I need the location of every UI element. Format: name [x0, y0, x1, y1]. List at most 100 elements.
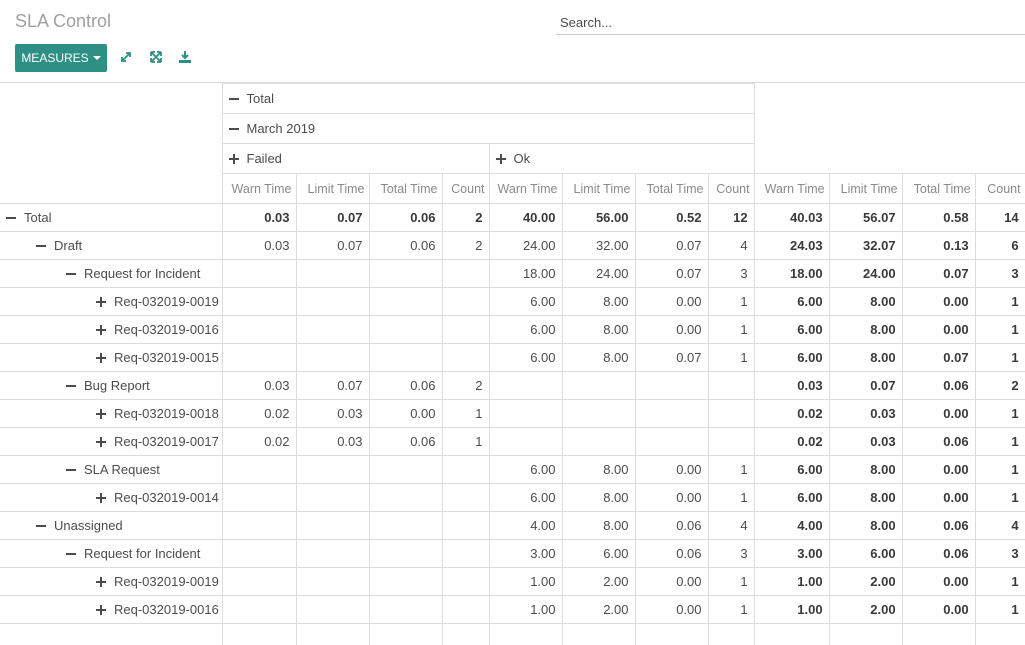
cell-total[interactable]: 56.07 — [829, 204, 902, 232]
cell-total[interactable]: 0.00 — [902, 316, 975, 344]
row-header[interactable]: Req-032019-0015 — [0, 344, 222, 372]
cell-ok[interactable]: 12 — [708, 204, 754, 232]
row-header[interactable]: Draft — [0, 232, 222, 260]
cell-failed[interactable]: 0.06 — [369, 232, 442, 260]
cell-ok[interactable]: 1 — [708, 316, 754, 344]
cell-total[interactable]: 0.03 — [754, 372, 829, 400]
cell-failed[interactable] — [442, 484, 489, 512]
cell-failed[interactable] — [296, 512, 369, 540]
measure-header[interactable]: Count — [975, 174, 1025, 204]
col-header-month[interactable]: March 2019 — [222, 114, 754, 144]
cell-total[interactable]: 6.00 — [754, 456, 829, 484]
row-header[interactable]: Bug Report — [0, 372, 222, 400]
cell-ok[interactable] — [562, 400, 635, 428]
cell-total[interactable]: 1 — [975, 484, 1025, 512]
cell-total[interactable] — [975, 624, 1025, 645]
cell-ok[interactable]: 0.52 — [635, 204, 708, 232]
cell-failed[interactable] — [369, 512, 442, 540]
cell-ok[interactable]: 8.00 — [562, 316, 635, 344]
cell-total[interactable]: 1 — [975, 316, 1025, 344]
cell-ok[interactable] — [489, 400, 562, 428]
cell-ok[interactable]: 2.00 — [562, 596, 635, 624]
cell-ok[interactable]: 0.07 — [635, 232, 708, 260]
cell-ok[interactable]: 8.00 — [562, 344, 635, 372]
cell-total[interactable] — [902, 624, 975, 645]
cell-failed[interactable] — [369, 484, 442, 512]
col-header-failed[interactable]: Failed — [222, 144, 489, 174]
cell-total[interactable]: 0.02 — [754, 428, 829, 456]
cell-ok[interactable]: 6.00 — [489, 344, 562, 372]
search-input[interactable] — [556, 10, 1025, 35]
cell-ok[interactable] — [635, 372, 708, 400]
cell-ok[interactable]: 1 — [708, 484, 754, 512]
cell-ok[interactable]: 56.00 — [562, 204, 635, 232]
cell-total[interactable]: 2.00 — [829, 568, 902, 596]
cell-total[interactable]: 1 — [975, 288, 1025, 316]
cell-ok[interactable]: 8.00 — [562, 456, 635, 484]
cell-total[interactable]: 3.00 — [754, 540, 829, 568]
measure-header[interactable]: Count — [442, 174, 489, 204]
row-header[interactable] — [0, 624, 222, 645]
row-header[interactable]: Req-032019-0016 — [0, 596, 222, 624]
cell-failed[interactable] — [442, 456, 489, 484]
col-header-total[interactable]: Total — [222, 84, 754, 114]
cell-total[interactable]: 8.00 — [829, 456, 902, 484]
cell-failed[interactable] — [296, 260, 369, 288]
cell-failed[interactable] — [369, 260, 442, 288]
cell-total[interactable]: 3 — [975, 540, 1025, 568]
cell-failed[interactable]: 0.02 — [222, 400, 296, 428]
cell-ok[interactable] — [562, 372, 635, 400]
cell-total[interactable]: 1 — [975, 568, 1025, 596]
cell-ok[interactable]: 4.00 — [489, 512, 562, 540]
cell-ok[interactable]: 24.00 — [489, 232, 562, 260]
cell-total[interactable]: 0.07 — [902, 344, 975, 372]
cell-failed[interactable] — [222, 344, 296, 372]
cell-total[interactable]: 8.00 — [829, 512, 902, 540]
cell-ok[interactable] — [489, 624, 562, 645]
cell-ok[interactable] — [562, 624, 635, 645]
download-icon[interactable] — [178, 50, 192, 64]
cell-failed[interactable]: 2 — [442, 372, 489, 400]
measure-header[interactable]: Count — [708, 174, 754, 204]
cell-failed[interactable] — [296, 456, 369, 484]
cell-ok[interactable]: 3.00 — [489, 540, 562, 568]
cell-total[interactable]: 0.03 — [829, 428, 902, 456]
cell-ok[interactable]: 6.00 — [489, 456, 562, 484]
cell-failed[interactable] — [369, 596, 442, 624]
cell-ok[interactable]: 1.00 — [489, 568, 562, 596]
cell-failed[interactable]: 0.06 — [369, 204, 442, 232]
cell-ok[interactable]: 40.00 — [489, 204, 562, 232]
cell-total[interactable]: 0.13 — [902, 232, 975, 260]
cell-total[interactable]: 8.00 — [829, 344, 902, 372]
cell-total[interactable]: 1.00 — [754, 596, 829, 624]
cell-total[interactable]: 1 — [975, 596, 1025, 624]
cell-ok[interactable]: 0.00 — [635, 484, 708, 512]
cell-total[interactable]: 6 — [975, 232, 1025, 260]
cell-failed[interactable] — [442, 260, 489, 288]
cell-failed[interactable] — [222, 260, 296, 288]
cell-total[interactable]: 18.00 — [754, 260, 829, 288]
cell-failed[interactable]: 0.07 — [296, 232, 369, 260]
cell-failed[interactable]: 1 — [442, 428, 489, 456]
cell-ok[interactable] — [489, 428, 562, 456]
cell-failed[interactable]: 0.00 — [369, 400, 442, 428]
cell-ok[interactable]: 1 — [708, 568, 754, 596]
row-header[interactable]: Req-032019-0017 — [0, 428, 222, 456]
cell-total[interactable]: 1 — [975, 400, 1025, 428]
cell-ok[interactable]: 0.07 — [635, 344, 708, 372]
cell-total[interactable] — [829, 624, 902, 645]
cell-total[interactable]: 6.00 — [754, 316, 829, 344]
cell-ok[interactable]: 0.00 — [635, 596, 708, 624]
cell-total[interactable]: 1 — [975, 456, 1025, 484]
cell-ok[interactable]: 1 — [708, 344, 754, 372]
cell-ok[interactable]: 24.00 — [562, 260, 635, 288]
cell-ok[interactable]: 18.00 — [489, 260, 562, 288]
cell-total[interactable]: 0.58 — [902, 204, 975, 232]
cell-total[interactable]: 0.06 — [902, 372, 975, 400]
cell-ok[interactable]: 0.00 — [635, 456, 708, 484]
cell-total[interactable]: 24.03 — [754, 232, 829, 260]
cell-ok[interactable]: 1 — [708, 456, 754, 484]
cell-failed[interactable] — [222, 316, 296, 344]
cell-total[interactable]: 4.00 — [754, 512, 829, 540]
cell-total[interactable]: 0.06 — [902, 428, 975, 456]
